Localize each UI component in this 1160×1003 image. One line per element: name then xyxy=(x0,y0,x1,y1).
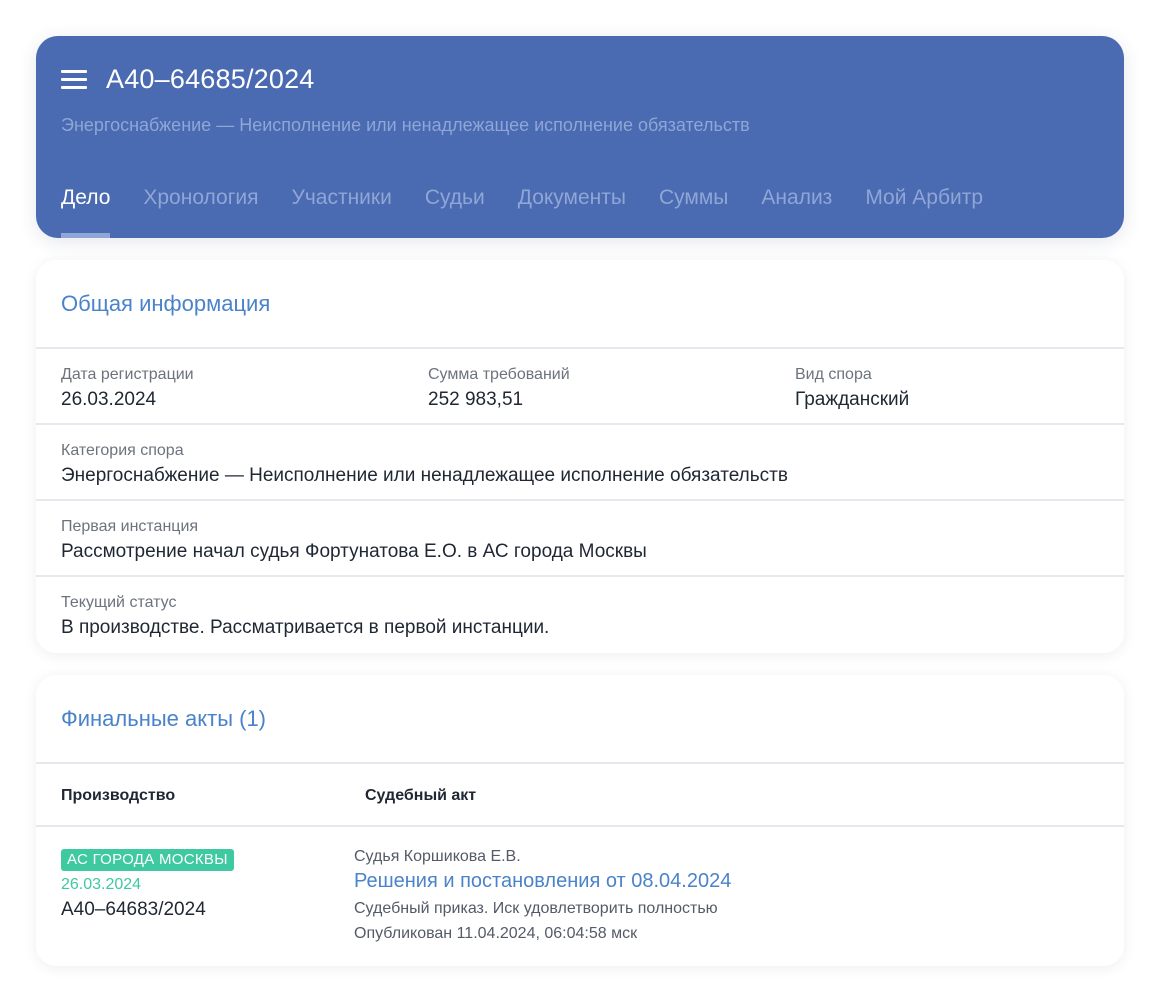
registration-date-label: Дата регистрации xyxy=(61,366,194,383)
tab-participants[interactable]: Участники xyxy=(292,186,392,238)
case-header: А40–64685/2024 Энергоснабжение — Неиспол… xyxy=(36,36,1124,238)
divider xyxy=(36,825,1124,827)
court-badge[interactable]: АС ГОРОДА МОСКВЫ xyxy=(61,849,234,871)
claim-amount-value: 252 983,51 xyxy=(428,389,524,410)
divider xyxy=(36,423,1124,425)
claim-amount-label: Сумма требований xyxy=(428,366,570,383)
tab-chronology[interactable]: Хронология xyxy=(143,186,258,238)
dispute-type-value: Гражданский xyxy=(795,389,910,410)
case-number-title: А40–64685/2024 xyxy=(106,64,315,94)
first-instance-value: Рассмотрение начал судья Фортунатова Е.О… xyxy=(61,541,647,562)
final-acts-title: Финальные акты (1) xyxy=(61,706,267,731)
registration-date-value: 26.03.2024 xyxy=(61,389,157,410)
column-header-act: Судебный акт xyxy=(365,787,477,804)
column-header-proceeding: Производство xyxy=(61,787,176,804)
current-status-value: В производстве. Рассматривается в первой… xyxy=(61,617,550,638)
general-info-card: Общая информация Дата регистрации 26.03.… xyxy=(36,260,1124,653)
dispute-type-label: Вид спора xyxy=(795,366,872,383)
tab-documents[interactable]: Документы xyxy=(518,186,626,238)
tab-case[interactable]: Дело xyxy=(61,186,111,238)
divider xyxy=(36,575,1124,577)
tab-analysis[interactable]: Анализ xyxy=(761,186,832,238)
case-subtitle: Энергоснабжение — Неисполнение или ненад… xyxy=(61,115,750,135)
act-judge: Судья Коршикова Е.В. xyxy=(354,848,521,865)
case-tabs: Дело Хронология Участники Судьи Документ… xyxy=(61,186,1016,238)
act-published: Опубликован 11.04.2024, 06:04:58 мск xyxy=(354,925,638,942)
dispute-category-value: Энергоснабжение — Неисполнение или ненад… xyxy=(61,465,788,486)
divider xyxy=(36,762,1124,764)
act-description: Судебный приказ. Иск удовлетворить полно… xyxy=(354,900,718,917)
act-link[interactable]: Решения и постановления от 08.04.2024 xyxy=(354,870,731,893)
final-acts-card: Финальные акты (1) Производство Судебный… xyxy=(36,675,1124,966)
first-instance-label: Первая инстанция xyxy=(61,518,199,535)
current-status-label: Текущий статус xyxy=(61,594,177,611)
hamburger-menu-icon[interactable] xyxy=(61,70,87,90)
dispute-category-label: Категория спора xyxy=(61,442,184,459)
proceeding-case-number: А40–64683/2024 xyxy=(61,899,206,920)
proceeding-date: 26.03.2024 xyxy=(61,876,142,893)
tab-my-arbitr[interactable]: Мой Арбитр xyxy=(865,186,983,238)
tab-sums[interactable]: Суммы xyxy=(659,186,728,238)
general-info-title: Общая информация xyxy=(61,291,271,316)
divider xyxy=(36,499,1124,501)
tab-judges[interactable]: Судьи xyxy=(425,186,485,238)
divider xyxy=(36,347,1124,349)
